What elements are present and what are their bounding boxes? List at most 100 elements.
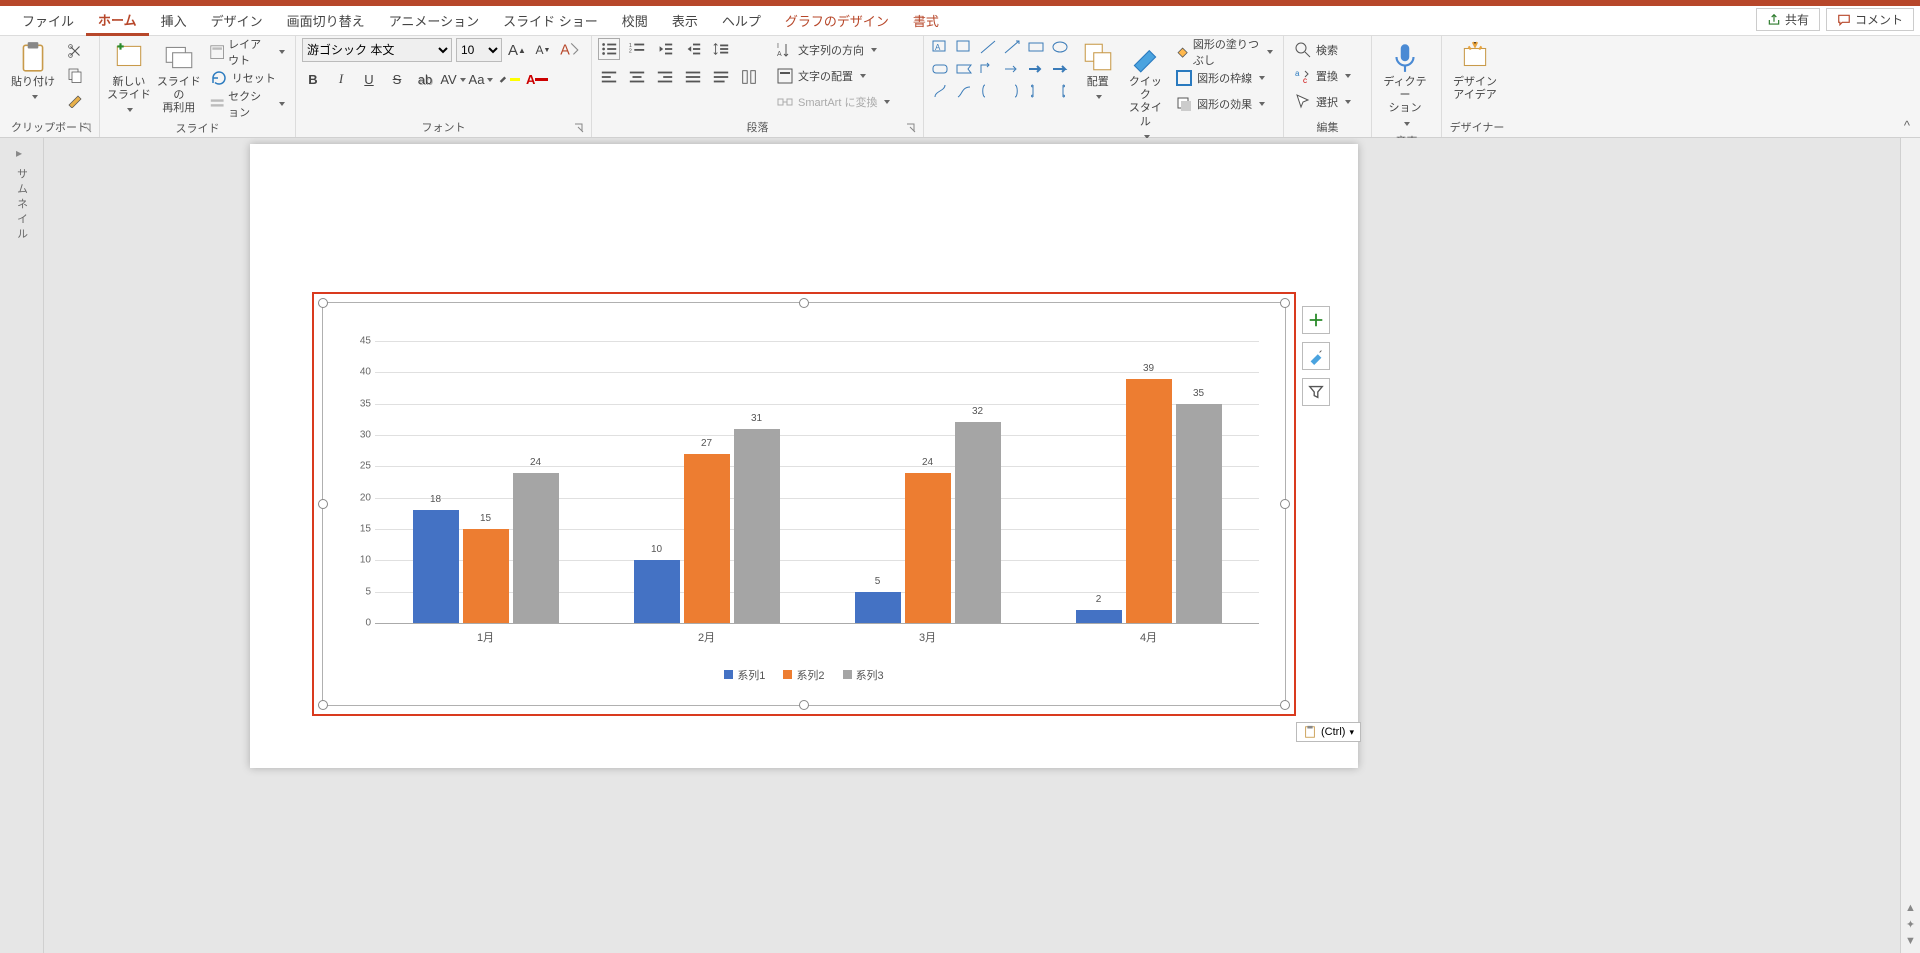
shape-effects-button[interactable]: 図形の効果 <box>1171 92 1277 116</box>
scroll-up-icon[interactable]: ▲ <box>1905 902 1916 914</box>
bar[interactable]: 27 <box>684 454 730 623</box>
tab-animations[interactable]: アニメーション <box>377 6 491 36</box>
bar[interactable]: 35 <box>1176 404 1222 623</box>
highlight-button[interactable] <box>498 68 520 90</box>
text-align-button[interactable]: 文字の配置 <box>772 64 894 88</box>
indent-dec-button[interactable] <box>654 38 676 60</box>
bar[interactable]: 32 <box>955 422 1001 623</box>
quick-styles-button[interactable]: クイック スタイル <box>1124 38 1168 144</box>
bar[interactable]: 24 <box>905 473 951 623</box>
thumbnail-panel[interactable]: ▸ サムネイル <box>0 138 44 953</box>
tab-format[interactable]: 書式 <box>901 6 951 36</box>
font-name-select[interactable]: 游ゴシック 本文 <box>302 38 452 62</box>
copy-button[interactable] <box>64 64 86 86</box>
resize-handle[interactable] <box>1280 499 1290 509</box>
font-color-button[interactable]: A <box>526 68 548 90</box>
tab-insert[interactable]: 挿入 <box>149 6 199 36</box>
reset-button[interactable]: リセット <box>206 66 289 90</box>
layout-button[interactable]: レイアウト <box>206 40 289 64</box>
collapse-ribbon-button[interactable]: ^ <box>1894 114 1920 137</box>
increase-font-button[interactable]: A▲ <box>506 39 528 61</box>
resize-handle[interactable] <box>799 700 809 710</box>
tab-home[interactable]: ホーム <box>86 6 149 36</box>
cut-button[interactable] <box>64 40 86 62</box>
chart-styles-button[interactable] <box>1302 342 1330 370</box>
tab-design[interactable]: デザイン <box>199 6 275 36</box>
shape-fill-button[interactable]: 図形の塗りつぶし <box>1171 40 1277 64</box>
chart-plot-area[interactable]: 051015202530354045 1815241月1027312月52432… <box>322 302 1286 706</box>
bar[interactable]: 5 <box>855 592 901 623</box>
replace-button[interactable]: ac置換 <box>1290 64 1355 88</box>
scroll-down-icon[interactable]: ▼ <box>1905 935 1916 947</box>
resize-handle[interactable] <box>1280 298 1290 308</box>
fit-icon[interactable]: ✦ <box>1906 918 1915 931</box>
bold-button[interactable]: B <box>302 68 324 90</box>
line-spacing-button[interactable] <box>710 38 732 60</box>
smartart-button[interactable]: SmartArt に変換 <box>772 90 894 114</box>
expand-thumb-icon[interactable]: ▸ <box>16 146 22 160</box>
tab-slideshow[interactable]: スライド ショー <box>491 6 610 36</box>
bar[interactable]: 24 <box>513 473 559 623</box>
tab-view[interactable]: 表示 <box>660 6 710 36</box>
chart-elements-button[interactable] <box>1302 306 1330 334</box>
chart-filter-button[interactable] <box>1302 378 1330 406</box>
tab-file[interactable]: ファイル <box>10 6 86 36</box>
distribute-button[interactable] <box>710 66 732 88</box>
font-size-select[interactable]: 10 <box>456 38 502 62</box>
design-ideas-button[interactable]: デザイン アイデア <box>1448 38 1502 102</box>
resize-handle[interactable] <box>318 499 328 509</box>
legend-item[interactable]: 系列2 <box>783 667 824 683</box>
tab-transitions[interactable]: 画面切り替え <box>275 6 377 36</box>
shadow-button[interactable]: ab <box>414 68 436 90</box>
comment-button[interactable]: コメント <box>1826 8 1914 31</box>
tab-review[interactable]: 校閲 <box>610 6 660 36</box>
vertical-scrollbar[interactable]: ▲ ✦ ▼ <box>1900 138 1920 953</box>
bar[interactable]: 18 <box>413 510 459 623</box>
arrange-button[interactable]: 配置 <box>1076 38 1120 104</box>
change-case-button[interactable]: Aa <box>470 68 492 90</box>
align-right-button[interactable] <box>654 66 676 88</box>
bullets-button[interactable] <box>598 38 620 60</box>
align-justify-button[interactable] <box>682 66 704 88</box>
bar[interactable]: 10 <box>634 560 680 623</box>
format-painter-button[interactable] <box>64 88 86 110</box>
dialog-launcher-icon[interactable] <box>573 123 585 135</box>
dictate-button[interactable]: ディクテー ション <box>1378 38 1432 131</box>
reuse-slides-button[interactable]: スライドの 再利用 <box>156 38 202 116</box>
legend-item[interactable]: 系列3 <box>843 667 884 683</box>
find-button[interactable]: 検索 <box>1290 38 1355 62</box>
bar[interactable]: 15 <box>463 529 509 623</box>
section-button[interactable]: セクション <box>206 92 289 116</box>
align-left-button[interactable] <box>598 66 620 88</box>
resize-handle[interactable] <box>799 298 809 308</box>
select-button[interactable]: 選択 <box>1290 90 1355 114</box>
dialog-launcher-icon[interactable] <box>905 123 917 135</box>
new-slide-button[interactable]: 新しい スライド <box>106 38 152 118</box>
slide-canvas[interactable]: 051015202530354045 1815241月1027312月52432… <box>44 138 1898 953</box>
italic-button[interactable]: I <box>330 68 352 90</box>
strike-button[interactable]: S <box>386 68 408 90</box>
tab-chart-design[interactable]: グラフのデザイン <box>773 6 901 36</box>
resize-handle[interactable] <box>1280 700 1290 710</box>
numbering-button[interactable]: 12 <box>626 38 648 60</box>
tab-help[interactable]: ヘルプ <box>710 6 773 36</box>
resize-handle[interactable] <box>318 700 328 710</box>
share-button[interactable]: 共有 <box>1756 8 1820 31</box>
chart-object[interactable]: 051015202530354045 1815241月1027312月52432… <box>312 292 1296 716</box>
char-spacing-button[interactable]: AV <box>442 68 464 90</box>
bar[interactable]: 39 <box>1126 379 1172 623</box>
resize-handle[interactable] <box>318 298 328 308</box>
indent-inc-button[interactable] <box>682 38 704 60</box>
bar[interactable]: 2 <box>1076 610 1122 623</box>
legend-item[interactable]: 系列1 <box>724 667 765 683</box>
shape-outline-button[interactable]: 図形の枠線 <box>1171 66 1277 90</box>
decrease-font-button[interactable]: A▼ <box>532 39 554 61</box>
paste-button[interactable]: 貼り付け <box>6 38 60 104</box>
bar[interactable]: 31 <box>734 429 780 623</box>
text-direction-button[interactable]: IA文字列の方向 <box>772 38 894 62</box>
shapes-gallery[interactable]: A <box>930 38 1072 102</box>
underline-button[interactable]: U <box>358 68 380 90</box>
dialog-launcher-icon[interactable] <box>81 123 93 135</box>
clear-format-button[interactable]: A <box>558 39 580 61</box>
slide[interactable]: 051015202530354045 1815241月1027312月52432… <box>250 144 1358 768</box>
